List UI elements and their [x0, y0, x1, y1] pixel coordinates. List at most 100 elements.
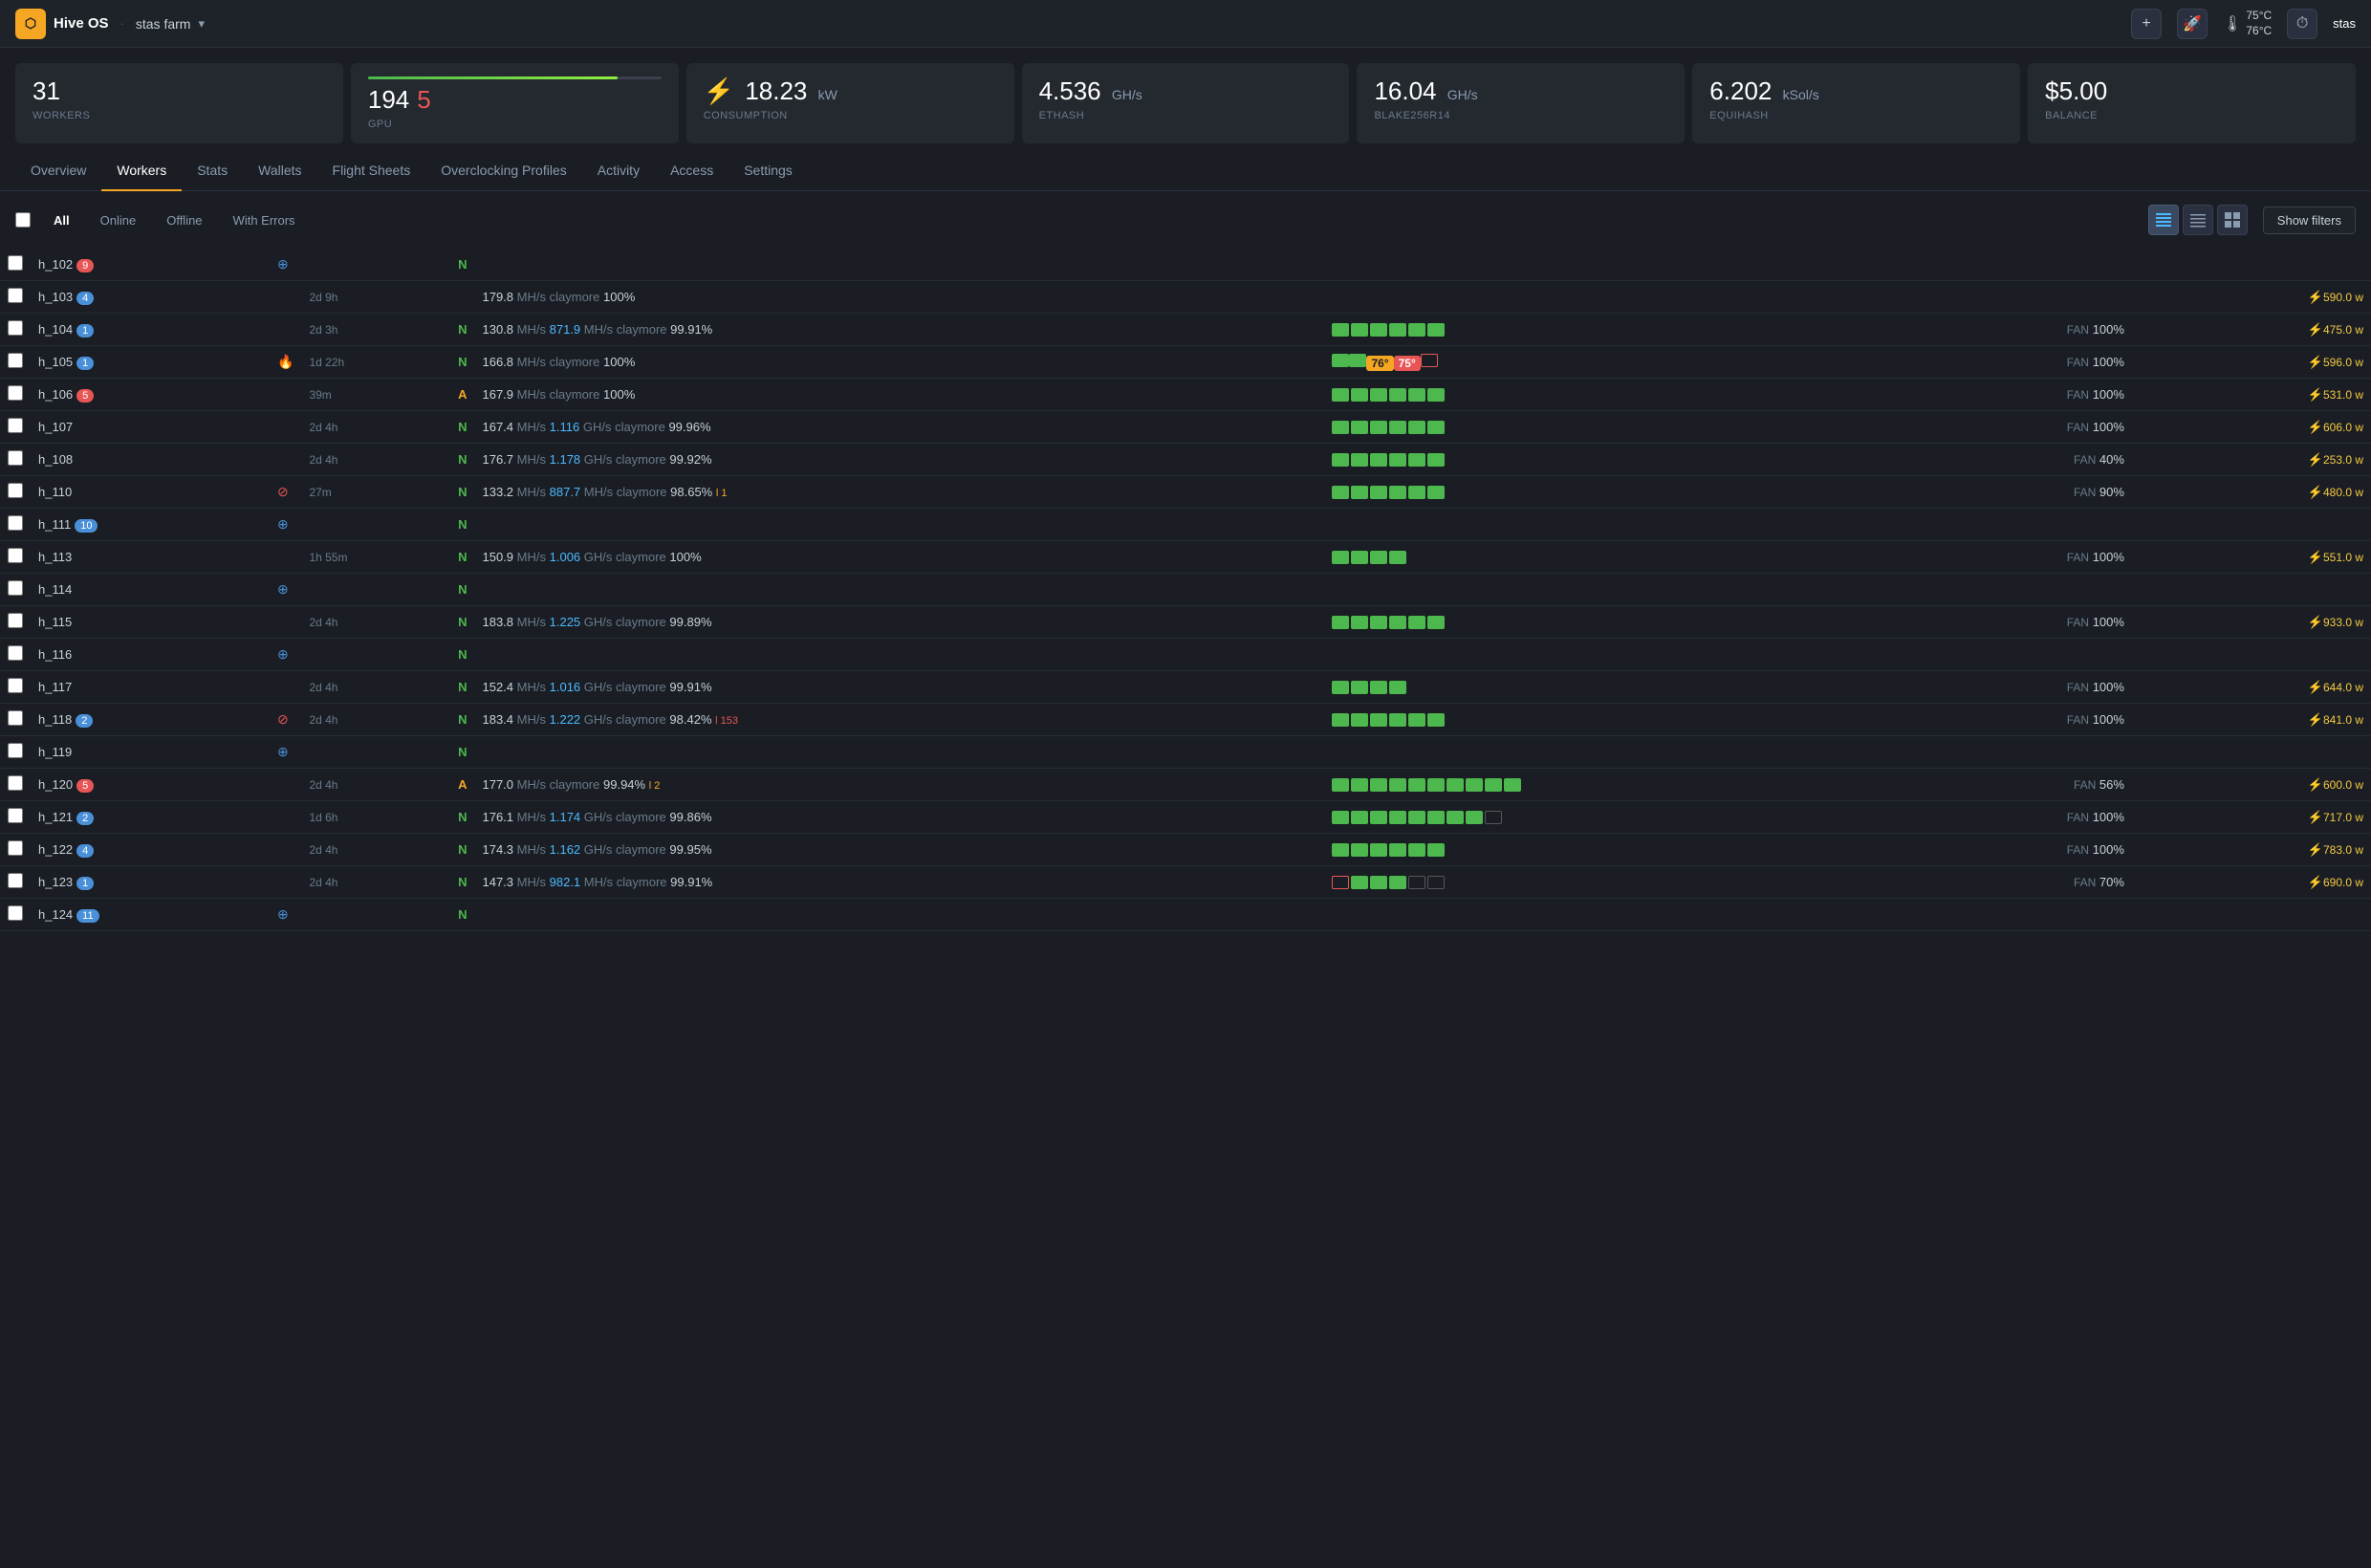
hash-unit: MH/s [517, 550, 546, 564]
filter-offline[interactable]: Offline [159, 209, 209, 231]
farm-dropdown-icon[interactable]: ▾ [198, 16, 205, 32]
power-lightning-icon: ⚡ [2308, 485, 2323, 499]
worker-name: h_110 [38, 485, 72, 499]
worker-pct: 100% [603, 355, 635, 369]
gpu-bar [1389, 616, 1406, 629]
farm-name[interactable]: stas farm [136, 16, 191, 32]
row-checkbox[interactable] [8, 873, 23, 888]
table-row[interactable]: h_10412d 3hN130.8 MH/s 871.9 MH/s claymo… [0, 314, 2371, 346]
worker-power: 551.0 w [2323, 551, 2363, 564]
worker-uptime [301, 899, 450, 931]
hash-main: 150.9 [482, 550, 513, 564]
gpu-bar [1408, 778, 1425, 792]
filter-online[interactable]: Online [93, 209, 144, 231]
stat-blake-value: 16.04 GH/s [1374, 76, 1667, 106]
table-row[interactable]: h_110⊘27mN133.2 MH/s 887.7 MH/s claymore… [0, 476, 2371, 509]
table-row[interactable]: h_11110⊕N [0, 509, 2371, 541]
tab-flight-sheets[interactable]: Flight Sheets [317, 151, 426, 191]
tab-activity[interactable]: Activity [582, 151, 655, 191]
miner-name: claymore [616, 680, 666, 694]
worker-badge: 2 [76, 812, 94, 825]
table-row[interactable]: h_1082d 4hN176.7 MH/s 1.178 GH/s claymor… [0, 444, 2371, 476]
tab-workers[interactable]: Workers [101, 151, 182, 191]
worker-badge: 4 [76, 844, 94, 858]
user-name[interactable]: stas [2333, 16, 2356, 31]
view-grid[interactable] [2217, 205, 2248, 235]
row-checkbox[interactable] [8, 515, 23, 531]
gpu-bar-gap [1408, 681, 1425, 694]
filter-all[interactable]: All [46, 209, 77, 231]
row-checkbox[interactable] [8, 710, 23, 726]
gpu-bar [1389, 486, 1406, 499]
table-row[interactable]: h_114⊕N [0, 574, 2371, 606]
row-checkbox[interactable] [8, 385, 23, 401]
table-row[interactable]: h_1051🔥1d 22hN166.8 MH/s claymore 100%76… [0, 346, 2371, 379]
hash-eth: 1.222 [550, 712, 581, 727]
worker-pct: 99.95% [669, 842, 711, 857]
table-row[interactable]: h_12411⊕N [0, 899, 2371, 931]
table-row[interactable]: h_1182⊘2d 4hN183.4 MH/s 1.222 GH/s claym… [0, 704, 2371, 736]
view-list-compact[interactable] [2183, 205, 2213, 235]
tab-access[interactable]: Access [655, 151, 729, 191]
row-checkbox[interactable] [8, 808, 23, 823]
table-row[interactable]: h_12312d 4hN147.3 MH/s 982.1 MH/s claymo… [0, 866, 2371, 899]
power-lightning-icon: ⚡ [2308, 322, 2323, 337]
table-row[interactable]: h_12242d 4hN174.3 MH/s 1.162 GH/s claymo… [0, 834, 2371, 866]
add-button[interactable]: + [2131, 9, 2162, 39]
table-row[interactable]: h_1172d 4hN152.4 MH/s 1.016 GH/s claymor… [0, 671, 2371, 704]
worker-name: h_106 [38, 387, 73, 402]
worker-name: h_118 [38, 712, 72, 727]
table-row[interactable]: h_1131h 55mN150.9 MH/s 1.006 GH/s claymo… [0, 541, 2371, 574]
table-row[interactable]: h_106539mA167.9 MH/s claymore 100%FAN 10… [0, 379, 2371, 411]
row-checkbox[interactable] [8, 678, 23, 693]
power-lightning-icon: ⚡ [2308, 420, 2323, 434]
row-checkbox[interactable] [8, 905, 23, 921]
rocket-button[interactable]: 🚀 [2177, 9, 2208, 39]
gpu-bar [1389, 713, 1406, 727]
row-checkbox[interactable] [8, 775, 23, 791]
row-checkbox[interactable] [8, 353, 23, 368]
gpu-bar [1370, 713, 1387, 727]
row-checkbox[interactable] [8, 418, 23, 433]
row-checkbox[interactable] [8, 743, 23, 758]
gpu-bar [1389, 323, 1406, 337]
row-checkbox[interactable] [8, 450, 23, 466]
worker-name: h_117 [38, 680, 72, 694]
table-row[interactable]: h_12121d 6hN176.1 MH/s 1.174 GH/s claymo… [0, 801, 2371, 834]
row-checkbox[interactable] [8, 255, 23, 271]
table-row[interactable]: h_1072d 4hN167.4 MH/s 1.116 GH/s claymor… [0, 411, 2371, 444]
filter-with-errors[interactable]: With Errors [226, 209, 303, 231]
table-row[interactable]: h_119⊕N [0, 736, 2371, 769]
worker-uptime: 2d 4h [301, 834, 450, 866]
row-checkbox[interactable] [8, 548, 23, 563]
clock-button[interactable]: ⏱ [2287, 9, 2317, 39]
hash-main: 147.3 [482, 875, 513, 889]
power-lightning-icon: ⚡ [2308, 290, 2323, 304]
view-list-detailed[interactable] [2148, 205, 2179, 235]
table-row[interactable]: h_1152d 4hN183.8 MH/s 1.225 GH/s claymor… [0, 606, 2371, 639]
select-all-checkbox[interactable] [15, 212, 31, 228]
table-row[interactable]: h_12052d 4hA177.0 MH/s claymore 99.94% l… [0, 769, 2371, 801]
row-checkbox[interactable] [8, 840, 23, 856]
row-checkbox[interactable] [8, 288, 23, 303]
fan-pct: 100% [2093, 387, 2124, 402]
rocket-icon: 🚀 [2183, 14, 2202, 33]
hash-main: 167.9 [482, 387, 513, 402]
table-row[interactable]: h_10342d 9h179.8 MH/s claymore 100%⚡590.… [0, 281, 2371, 314]
temp-danger: 75° [1394, 356, 1421, 371]
row-checkbox[interactable] [8, 645, 23, 661]
row-checkbox[interactable] [8, 580, 23, 596]
stat-gpu-extra: 5 [417, 85, 430, 115]
row-checkbox[interactable] [8, 320, 23, 336]
table-row[interactable]: h_1029⊕N [0, 249, 2371, 281]
show-filters-button[interactable]: Show filters [2263, 207, 2356, 234]
tab-wallets[interactable]: Wallets [243, 151, 316, 191]
gpu-bar [1332, 778, 1349, 792]
table-row[interactable]: h_116⊕N [0, 639, 2371, 671]
row-checkbox[interactable] [8, 613, 23, 628]
tab-stats[interactable]: Stats [182, 151, 243, 191]
row-checkbox[interactable] [8, 483, 23, 498]
tab-settings[interactable]: Settings [729, 151, 808, 191]
tab-overview[interactable]: Overview [15, 151, 101, 191]
tab-overclocking[interactable]: Overclocking Profiles [425, 151, 582, 191]
